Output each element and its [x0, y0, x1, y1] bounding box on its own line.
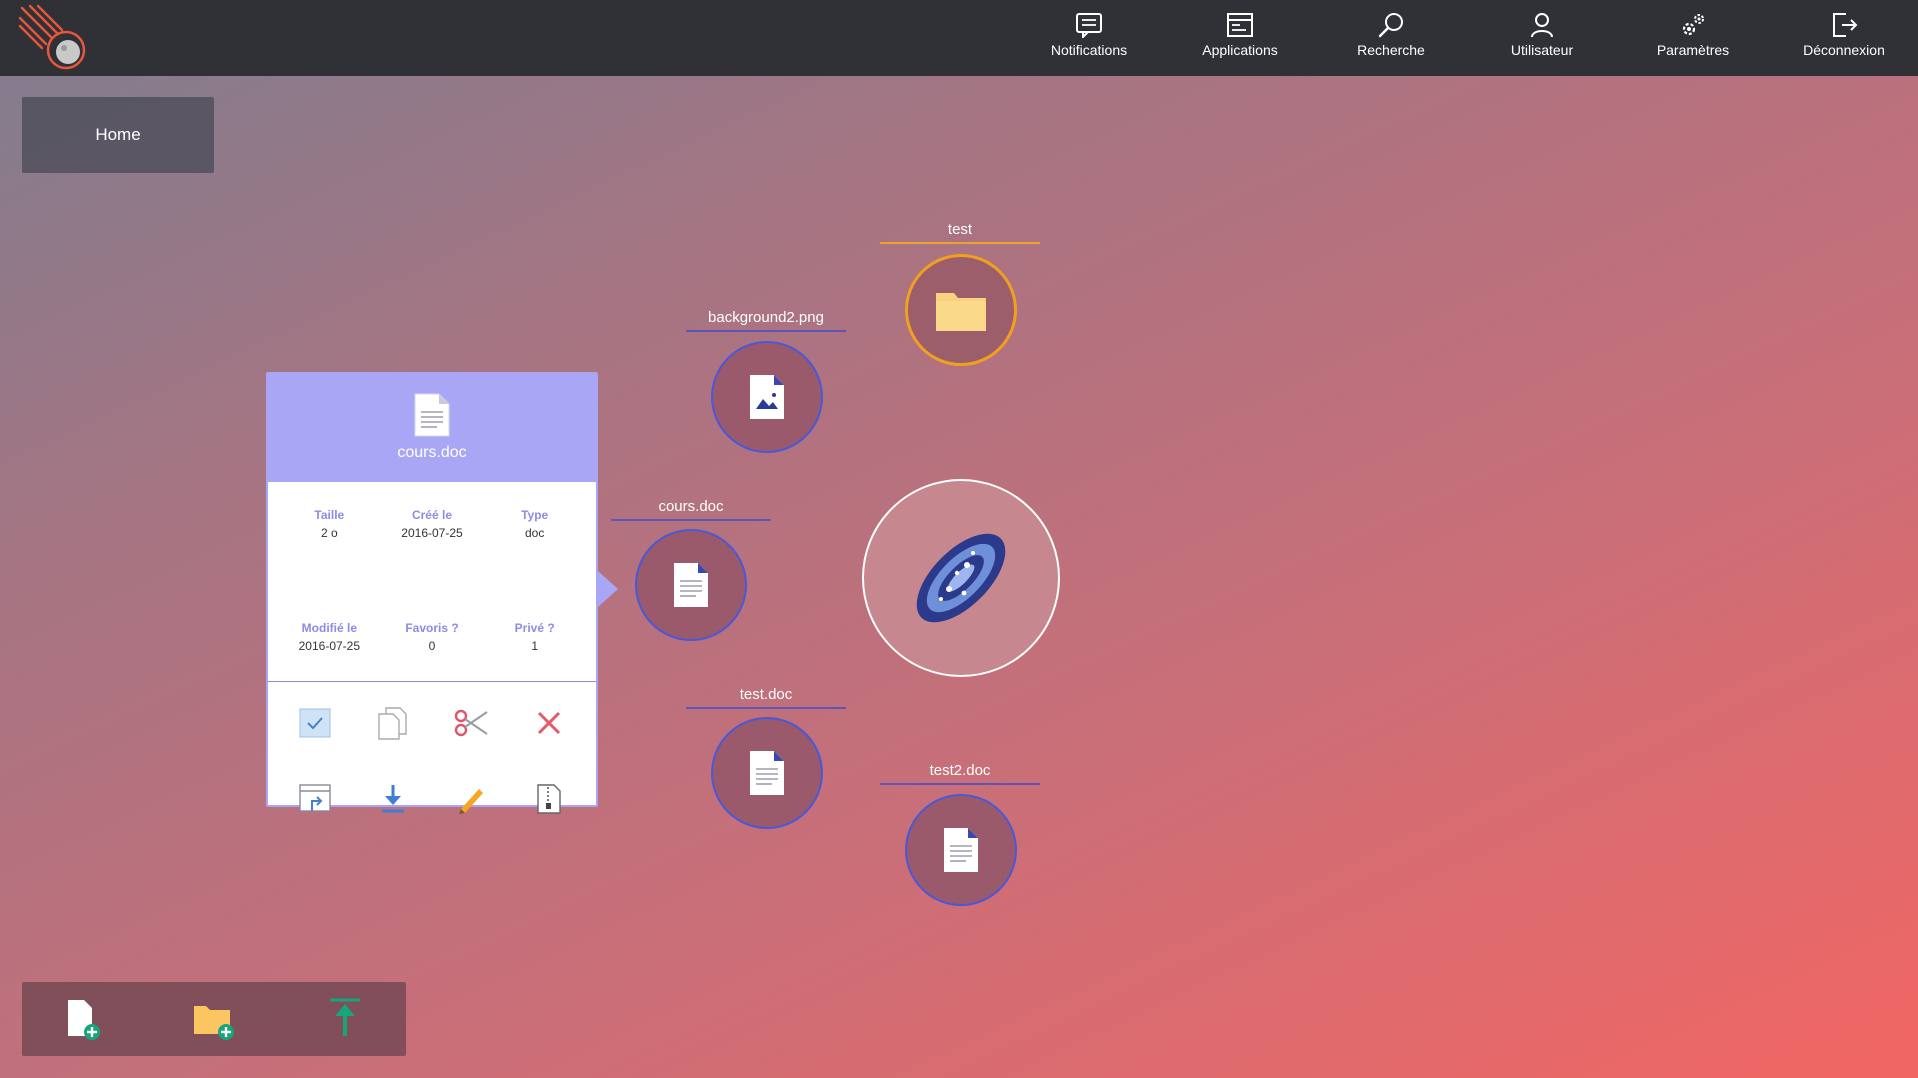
panel-file-name: cours.doc [397, 444, 467, 461]
meta-modified: Modifié le 2016-07-25 [278, 621, 381, 682]
panel-metadata: Taille 2 o Créé le 2016-07-25 Type doc M… [268, 482, 596, 682]
folder-icon [936, 293, 986, 331]
nav-settings-label: Paramètres [1656, 42, 1730, 58]
node-circle-background2[interactable] [711, 341, 823, 453]
nav-notifications[interactable]: Notifications [1024, 10, 1154, 70]
share-button[interactable] [276, 776, 354, 822]
nav-user-label: Utilisateur [1510, 42, 1574, 58]
breadcrumb-home[interactable]: Home [22, 97, 214, 173]
meta-type-key: Type [521, 508, 549, 522]
scissors-icon [454, 709, 488, 737]
search-icon [1378, 13, 1403, 38]
document-file-icon [750, 751, 784, 795]
meta-private-key: Privé ? [514, 620, 555, 635]
center-node-root[interactable] [862, 479, 1060, 677]
upload-icon [330, 998, 360, 1036]
delete-button[interactable] [510, 700, 588, 746]
settings-icon [1682, 14, 1704, 36]
node-file-test2doc[interactable]: test2.doc [880, 762, 1040, 907]
pencil-icon [459, 789, 483, 814]
new-file-button[interactable] [60, 996, 106, 1042]
document-file-icon [414, 393, 450, 437]
galaxy-icon [916, 533, 1006, 623]
compress-button[interactable] [510, 776, 588, 822]
upload-window-icon [299, 784, 331, 812]
panel-pointer [598, 571, 618, 607]
download-button[interactable] [354, 776, 432, 822]
node-circle-test[interactable] [905, 254, 1017, 366]
node-label-testdoc: test.doc [686, 686, 846, 709]
meta-size: Taille 2 o [278, 508, 381, 569]
nav-notifications-label: Notifications [1050, 42, 1128, 58]
image-file-icon [750, 375, 784, 419]
node-label-background2: background2.png [686, 309, 846, 332]
file-info-panel: cours.doc Taille 2 o Créé le 2016-07-25 … [266, 372, 598, 814]
new-folder-icon [194, 1006, 234, 1040]
download-icon [382, 785, 404, 813]
nav-search-label: Recherche [1357, 42, 1425, 58]
node-label-test2doc: test2.doc [880, 762, 1040, 785]
meta-modified-value: 2016-07-25 [298, 638, 361, 653]
app-logo[interactable] [18, 4, 94, 74]
meta-favorites-key: Favoris ? [405, 620, 459, 635]
top-bar: Notifications Applications Recherche Uti… [0, 0, 1918, 76]
rename-button[interactable] [432, 776, 510, 822]
node-file-cours[interactable]: cours.doc [611, 498, 771, 643]
user-icon [1531, 13, 1553, 38]
node-label-cours: cours.doc [611, 498, 771, 521]
applications-icon [1227, 13, 1253, 37]
nav-logout[interactable]: Déconnexion [1779, 10, 1909, 70]
upload-button[interactable] [322, 996, 368, 1042]
node-file-background2[interactable]: background2.png [686, 309, 846, 454]
notifications-icon [1076, 13, 1102, 38]
nav-user[interactable]: Utilisateur [1477, 10, 1607, 70]
node-label-test: test [880, 221, 1040, 244]
node-circle-testdoc[interactable] [711, 717, 823, 829]
meta-created-key: Créé le [411, 508, 452, 522]
meta-type-value: doc [524, 526, 545, 540]
node-folder-test[interactable]: test [880, 221, 1040, 366]
zip-file-icon [537, 784, 561, 814]
nav-logout-label: Déconnexion [1803, 42, 1885, 58]
panel-header: cours.doc [268, 374, 596, 482]
nav-applications-label: Applications [1202, 42, 1278, 58]
close-icon [537, 711, 561, 735]
meta-favorites-value: 0 [428, 638, 436, 653]
copy-button[interactable] [354, 700, 432, 746]
cut-button[interactable] [432, 700, 510, 746]
meta-size-key: Taille [314, 508, 345, 522]
document-file-icon [944, 828, 978, 872]
meta-private-value: 1 [531, 638, 538, 653]
panel-actions [268, 682, 596, 822]
nav-search[interactable]: Recherche [1326, 10, 1456, 70]
new-folder-button[interactable] [192, 996, 238, 1042]
new-file-icon [68, 1000, 100, 1040]
checkbox-icon [299, 708, 331, 738]
node-circle-test2doc[interactable] [905, 794, 1017, 906]
bottom-toolbar [22, 982, 406, 1056]
copy-icon [378, 707, 407, 740]
node-circle-cours[interactable] [635, 529, 747, 641]
meta-type: Type doc [483, 508, 586, 569]
node-file-testdoc[interactable]: test.doc [686, 686, 846, 831]
meta-private: Privé ? 1 [483, 621, 586, 682]
nav-applications[interactable]: Applications [1175, 10, 1305, 70]
meta-modified-key: Modifié le [301, 620, 357, 635]
meta-size-value: 2 o [320, 526, 338, 540]
select-button[interactable] [276, 700, 354, 746]
meteor-logo-icon [18, 4, 86, 70]
meta-created: Créé le 2016-07-25 [381, 508, 484, 569]
logout-icon [1833, 13, 1858, 37]
meta-created-value: 2016-07-25 [401, 526, 463, 540]
meta-favorites: Favoris ? 0 [381, 621, 484, 682]
nav-settings[interactable]: Paramètres [1628, 10, 1758, 70]
document-file-icon [674, 563, 708, 607]
